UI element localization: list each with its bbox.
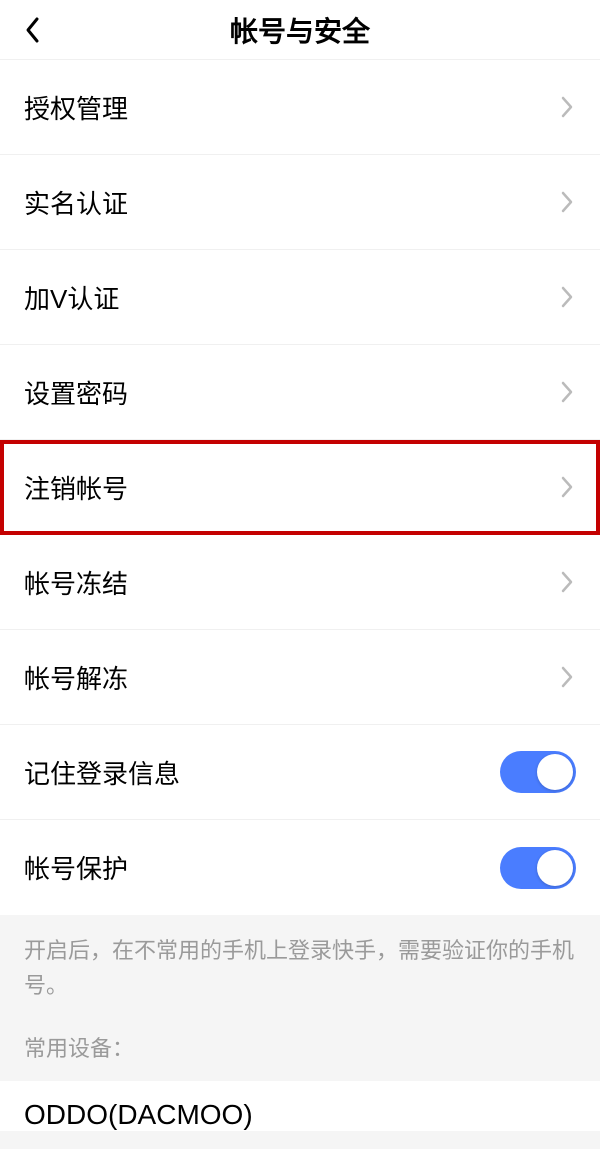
- device-item: ODDO(DACMOO): [0, 1081, 600, 1131]
- list-item-delete-account[interactable]: 注销帐号: [0, 440, 600, 535]
- list-item-realname[interactable]: 实名认证: [0, 155, 600, 250]
- chevron-right-icon: [558, 378, 576, 406]
- list-item-label: 帐号解冻: [24, 659, 128, 696]
- chevron-right-icon: [558, 568, 576, 596]
- footer-section: 开启后，在不常用的手机上登录快手，需要验证你的手机号。 常用设备： ODDO(D…: [0, 915, 600, 1149]
- page-header: 帐号与安全: [0, 0, 600, 60]
- list-item-label: 实名认证: [24, 184, 128, 221]
- toggle-row-remember-login: 记住登录信息: [0, 725, 600, 820]
- list-item-label: 帐号冻结: [24, 564, 128, 601]
- list-item-label: 注销帐号: [24, 469, 128, 506]
- list-item-freeze[interactable]: 帐号冻结: [0, 535, 600, 630]
- list-item-label: 授权管理: [24, 89, 128, 126]
- devices-label: 常用设备：: [24, 1031, 576, 1063]
- list-item-vverify[interactable]: 加V认证: [0, 250, 600, 345]
- list-item-label: 加V认证: [24, 279, 119, 316]
- toggle-knob: [537, 754, 573, 790]
- chevron-right-icon: [558, 283, 576, 311]
- toggle-row-account-protect: 帐号保护: [0, 820, 600, 915]
- toggle-remember-login[interactable]: [500, 751, 576, 793]
- toggle-knob: [537, 850, 573, 886]
- page-title: 帐号与安全: [0, 10, 600, 50]
- back-icon[interactable]: [18, 15, 48, 45]
- list-item-unfreeze[interactable]: 帐号解冻: [0, 630, 600, 725]
- chevron-right-icon: [558, 663, 576, 691]
- chevron-right-icon: [558, 93, 576, 121]
- chevron-right-icon: [558, 188, 576, 216]
- toggle-label: 记住登录信息: [24, 754, 180, 791]
- list-item-label: 设置密码: [24, 374, 128, 411]
- toggle-label: 帐号保护: [24, 849, 128, 886]
- toggle-account-protect[interactable]: [500, 847, 576, 889]
- list-item-authorization[interactable]: 授权管理: [0, 60, 600, 155]
- settings-list: 授权管理 实名认证 加V认证 设置密码 注销帐号: [0, 60, 600, 915]
- list-item-password[interactable]: 设置密码: [0, 345, 600, 440]
- footer-hint: 开启后，在不常用的手机上登录快手，需要验证你的手机号。: [24, 933, 576, 1003]
- chevron-right-icon: [558, 473, 576, 501]
